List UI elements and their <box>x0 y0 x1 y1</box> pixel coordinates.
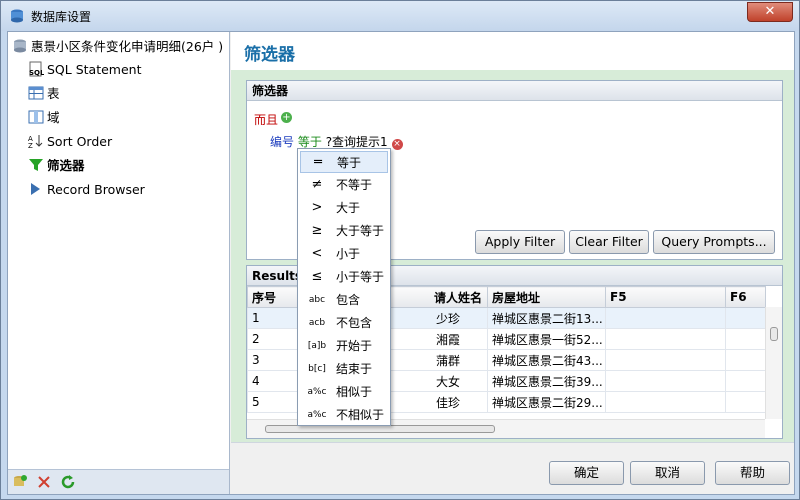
and-condition[interactable]: 而且 <box>254 111 278 128</box>
menu-item-less-equal[interactable]: ≤ 小于等于 <box>300 266 388 288</box>
menu-item-like[interactable]: a%c 相似于 <box>300 381 388 403</box>
column-header[interactable]: F6 <box>725 286 766 308</box>
menu-item-greater-equal[interactable]: ≥ 大于等于 <box>300 220 388 242</box>
tree-root[interactable]: 惠景小区条件变化申请明细(26户 ) <box>12 37 223 57</box>
title-bar: 数据库设置 ✕ <box>1 1 799 31</box>
menu-item-ends-with[interactable]: b[c] 结束于 <box>300 358 388 380</box>
condition-value[interactable]: ?查询提示1 <box>326 135 388 149</box>
svg-text:SQL: SQL <box>29 69 44 77</box>
table-icon <box>28 86 44 100</box>
sql-icon: SQL <box>29 61 44 77</box>
column-header[interactable]: 序号 <box>247 286 302 308</box>
delete-icon[interactable] <box>36 474 52 490</box>
tree-item-field[interactable]: 域 <box>28 108 60 128</box>
database-icon <box>14 39 26 53</box>
sort-az-icon: AZ <box>28 135 43 149</box>
dialog-window: 数据库设置 ✕ 惠景小区条件变化申请明细(26户 ) SQL SQL Statem… <box>0 0 800 500</box>
tree-toolbar <box>8 469 229 494</box>
apply-filter-button[interactable]: Apply Filter <box>475 230 565 254</box>
page-title: 筛选器 <box>244 45 295 65</box>
column-header[interactable]: 房屋地址 <box>487 286 606 308</box>
database-icon <box>11 9 23 23</box>
remove-condition-icon[interactable]: × <box>391 139 403 150</box>
tree-item-sort-order[interactable]: A Z Sort Order <box>28 132 112 152</box>
tree-item-sql[interactable]: SQL SQL Statement <box>28 60 142 80</box>
menu-item-not-contains[interactable]: acb 不包含 <box>300 312 388 334</box>
tree-item-table[interactable]: 表 <box>28 84 60 104</box>
page-header: 筛选器 <box>231 32 794 70</box>
menu-item-less[interactable]: < 小于 <box>300 243 388 265</box>
filter-panel-title: 筛选器 <box>247 81 782 101</box>
dialog-buttons: 确定 取消 帮助 <box>231 442 794 494</box>
help-button[interactable]: 帮助 <box>715 461 790 485</box>
close-button[interactable]: ✕ <box>747 2 793 22</box>
menu-item-equal[interactable]: ═ 等于 <box>300 151 388 173</box>
tree-item-filter[interactable]: 筛选器 <box>28 156 85 176</box>
menu-item-starts-with[interactable]: [a]b 开始于 <box>300 335 388 357</box>
condition-operator[interactable]: 等于 <box>298 135 322 149</box>
tree-item-record-browser[interactable]: Record Browser <box>28 180 145 200</box>
window-title: 数据库设置 <box>31 10 92 24</box>
field-icon <box>28 110 44 124</box>
operator-dropdown-menu: ═ 等于 ≠ 不等于 > 大于 ≥ 大于等于 < 小于 ≤ 小于等于 abc 包含 acb 不包… <box>297 148 391 426</box>
ok-button[interactable]: 确定 <box>549 461 624 485</box>
refresh-icon[interactable] <box>60 474 76 490</box>
tree-root-label: 惠景小区条件变化申请明细(26户 ) <box>31 39 224 54</box>
menu-item-not-like[interactable]: a%c 不相似于 <box>300 404 388 426</box>
condition-field[interactable]: 编号 <box>270 135 294 149</box>
funnel-icon <box>29 159 43 171</box>
svg-text:Z: Z <box>28 142 33 149</box>
record-browser-icon <box>31 183 40 195</box>
add-database-icon[interactable] <box>12 474 28 490</box>
menu-item-contains[interactable]: abc 包含 <box>300 289 388 311</box>
add-condition-icon[interactable]: + <box>281 112 292 123</box>
left-tree-panel: 惠景小区条件变化申请明细(26户 ) SQL SQL Statement 表 域 … <box>8 32 230 494</box>
vertical-scrollbar[interactable] <box>765 307 782 419</box>
clear-filter-button[interactable]: Clear Filter <box>569 230 649 254</box>
menu-item-not-equal[interactable]: ≠ 不等于 <box>300 174 388 196</box>
query-prompts-button[interactable]: Query Prompts... <box>653 230 775 254</box>
column-header[interactable]: F5 <box>605 286 726 308</box>
cancel-button[interactable]: 取消 <box>630 461 705 485</box>
menu-item-greater[interactable]: > 大于 <box>300 197 388 219</box>
